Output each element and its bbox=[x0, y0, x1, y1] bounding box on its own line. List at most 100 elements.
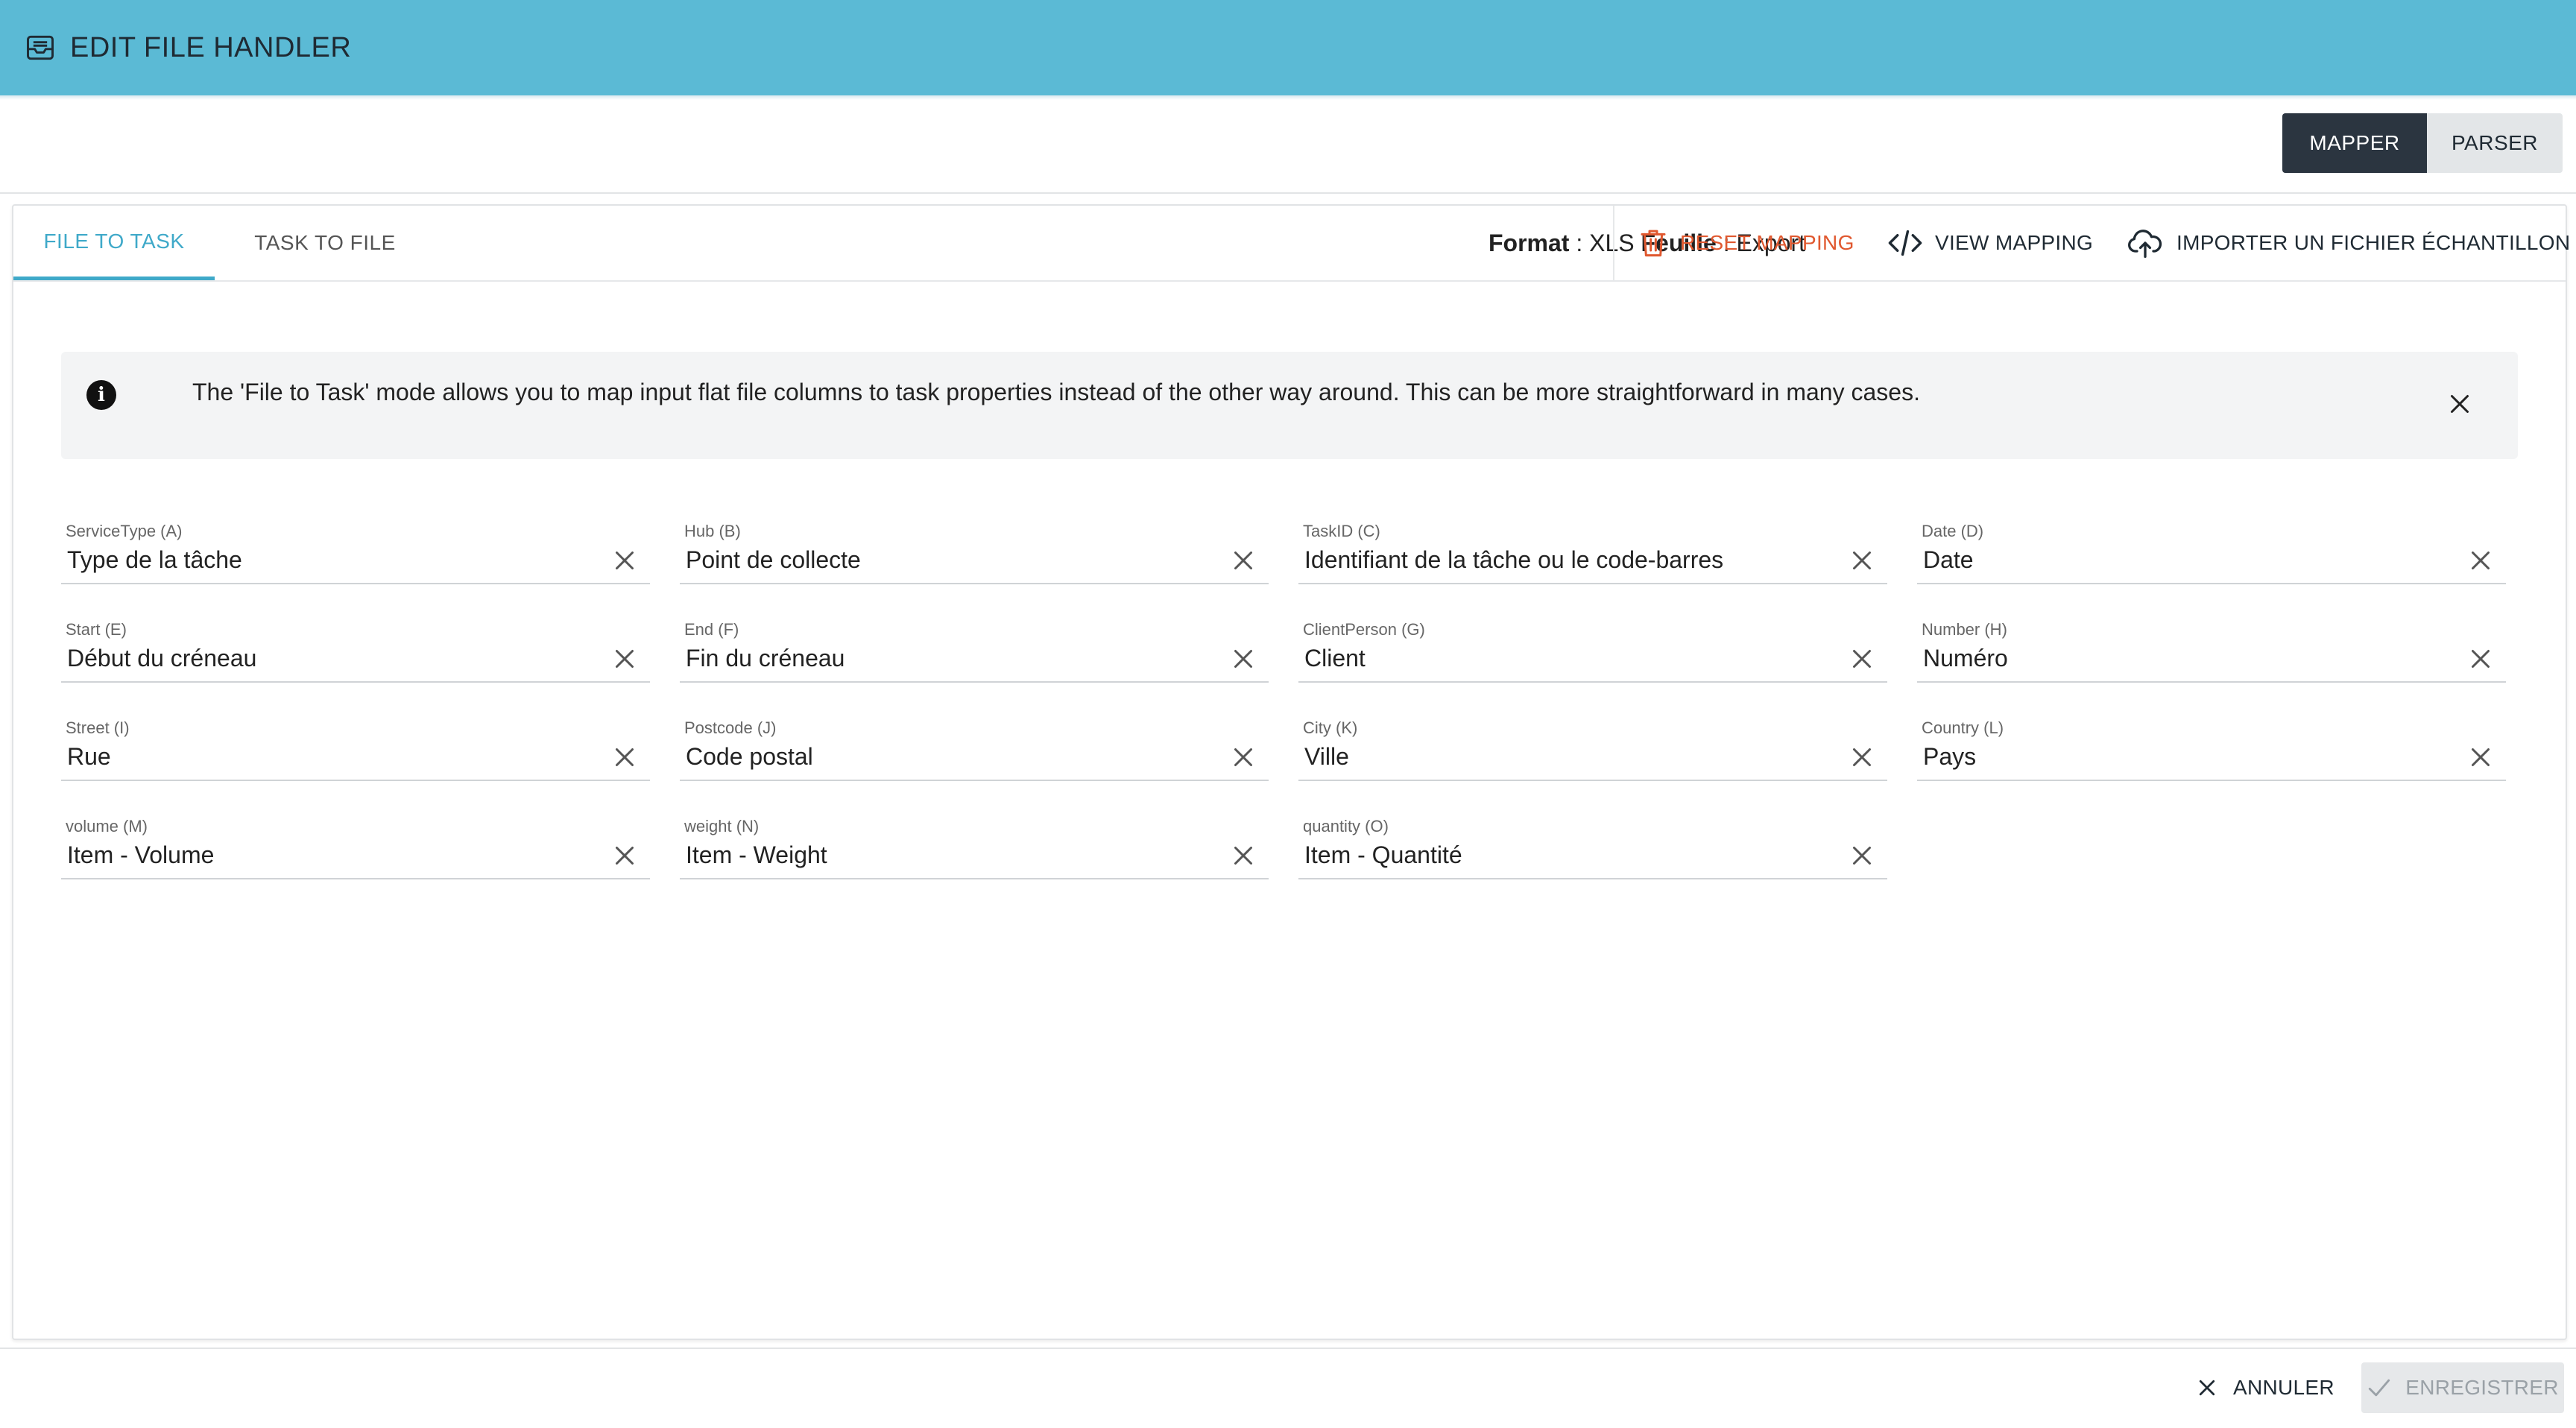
parser-mode-button[interactable]: PARSER bbox=[2427, 113, 2563, 173]
tab-task-to-file[interactable]: TASK TO FILE bbox=[230, 206, 420, 280]
dialog-title: EDIT FILE HANDLER bbox=[70, 31, 352, 63]
info-message: The 'File to Task' mode allows you to ma… bbox=[192, 379, 1920, 405]
field-label: Hub (B) bbox=[684, 522, 741, 540]
code-icon bbox=[1887, 228, 1923, 258]
field-input[interactable] bbox=[680, 836, 1230, 873]
import-sample-file-button[interactable]: IMPORTER UN FICHIER ÉCHANTILLON bbox=[2126, 206, 2570, 280]
reset-mapping-label: RESET MAPPING bbox=[1680, 231, 1854, 254]
divider bbox=[0, 1348, 2576, 1349]
clear-field-icon[interactable] bbox=[611, 744, 638, 771]
mapping-field: Street (I) bbox=[61, 718, 650, 787]
field-underline bbox=[1917, 780, 2506, 781]
cloud-upload-icon bbox=[2126, 227, 2165, 259]
field-input[interactable] bbox=[61, 836, 611, 873]
field-underline bbox=[61, 878, 650, 879]
field-input[interactable] bbox=[1298, 738, 1849, 775]
field-label: weight (N) bbox=[684, 817, 760, 835]
import-sample-file-label: IMPORTER UN FICHIER ÉCHANTILLON bbox=[2176, 231, 2571, 254]
format-label: Format bbox=[1488, 229, 1570, 256]
cancel-label: ANNULER bbox=[2233, 1376, 2334, 1399]
mapping-field: TaskID (C) bbox=[1298, 522, 1887, 590]
clear-field-icon[interactable] bbox=[2467, 645, 2494, 672]
save-button[interactable]: ENREGISTRER bbox=[2361, 1362, 2564, 1413]
info-alert: i The 'File to Task' mode allows you to … bbox=[61, 352, 2518, 459]
clear-field-icon[interactable] bbox=[1230, 744, 1257, 771]
clear-field-icon[interactable] bbox=[611, 645, 638, 672]
field-input[interactable] bbox=[61, 639, 611, 677]
clear-field-icon[interactable] bbox=[1849, 744, 1875, 771]
mode-toggle: MAPPER PARSER bbox=[2282, 113, 2563, 173]
field-underline bbox=[1917, 583, 2506, 584]
field-input[interactable] bbox=[680, 541, 1230, 578]
check-icon bbox=[2367, 1377, 2392, 1399]
field-underline bbox=[680, 878, 1269, 879]
field-underline bbox=[1298, 583, 1887, 584]
view-mapping-button[interactable]: VIEW MAPPING bbox=[1887, 206, 2093, 280]
mapping-field: Date (D) bbox=[1917, 522, 2506, 590]
format-value: XLS bbox=[1589, 229, 1635, 256]
clear-field-icon[interactable] bbox=[1849, 645, 1875, 672]
tab-file-to-task[interactable]: FILE TO TASK bbox=[13, 206, 215, 280]
info-icon: i bbox=[86, 380, 116, 410]
cancel-button[interactable]: ANNULER bbox=[2196, 1362, 2334, 1413]
field-label: volume (M) bbox=[66, 817, 148, 835]
field-input[interactable] bbox=[1917, 541, 2467, 578]
clear-field-icon[interactable] bbox=[1230, 547, 1257, 574]
field-underline bbox=[680, 780, 1269, 781]
clear-field-icon[interactable] bbox=[1849, 547, 1875, 574]
field-input[interactable] bbox=[1298, 639, 1849, 677]
mapping-field: Postcode (J) bbox=[680, 718, 1269, 787]
mapping-field: Hub (B) bbox=[680, 522, 1269, 590]
close-icon bbox=[2196, 1377, 2218, 1399]
mapping-field: City (K) bbox=[1298, 718, 1887, 787]
clear-field-icon[interactable] bbox=[1230, 645, 1257, 672]
mapping-field: End (F) bbox=[680, 620, 1269, 689]
clear-field-icon[interactable] bbox=[1230, 842, 1257, 869]
mapping-field: Start (E) bbox=[61, 620, 650, 689]
field-input[interactable] bbox=[1298, 836, 1849, 873]
clear-field-icon[interactable] bbox=[1849, 842, 1875, 869]
field-input[interactable] bbox=[680, 738, 1230, 775]
field-underline bbox=[1298, 780, 1887, 781]
field-label: End (F) bbox=[684, 620, 739, 639]
trash-icon bbox=[1638, 227, 1668, 259]
field-input[interactable] bbox=[61, 738, 611, 775]
field-underline bbox=[1298, 681, 1887, 683]
field-label: Country (L) bbox=[1922, 718, 2004, 737]
field-label: Street (I) bbox=[66, 718, 130, 737]
field-underline bbox=[61, 780, 650, 781]
inbox-icon bbox=[24, 31, 57, 64]
field-input[interactable] bbox=[1298, 541, 1849, 578]
field-label: Start (E) bbox=[66, 620, 127, 639]
clear-field-icon[interactable] bbox=[611, 547, 638, 574]
field-underline bbox=[680, 681, 1269, 683]
field-underline bbox=[61, 583, 650, 584]
mapping-field: weight (N) bbox=[680, 817, 1269, 885]
field-input[interactable] bbox=[1917, 738, 2467, 775]
field-underline bbox=[1298, 878, 1887, 879]
mapping-field: Country (L) bbox=[1917, 718, 2506, 787]
clear-field-icon[interactable] bbox=[2467, 547, 2494, 574]
field-input[interactable] bbox=[61, 541, 611, 578]
field-label: ServiceType (A) bbox=[66, 522, 183, 540]
mapper-mode-button[interactable]: MAPPER bbox=[2282, 113, 2427, 173]
reset-mapping-button[interactable]: RESET MAPPING bbox=[1638, 206, 1854, 280]
mapping-field: ClientPerson (G) bbox=[1298, 620, 1887, 689]
field-label: Postcode (J) bbox=[684, 718, 777, 737]
field-label: ClientPerson (G) bbox=[1303, 620, 1425, 639]
field-underline bbox=[680, 583, 1269, 584]
field-input[interactable] bbox=[1917, 639, 2467, 677]
clear-field-icon[interactable] bbox=[611, 842, 638, 869]
clear-field-icon[interactable] bbox=[2467, 744, 2494, 771]
mapping-panel: FILE TO TASK TASK TO FILE Format : XLS F… bbox=[12, 204, 2570, 1340]
mapping-field: quantity (O) bbox=[1298, 817, 1887, 885]
field-input[interactable] bbox=[680, 639, 1230, 677]
divider bbox=[0, 192, 2576, 194]
field-label: City (K) bbox=[1303, 718, 1358, 737]
field-underline bbox=[1917, 681, 2506, 683]
format-sep: : bbox=[1569, 229, 1590, 256]
save-label: ENREGISTRER bbox=[2405, 1376, 2559, 1399]
close-alert-icon[interactable] bbox=[2446, 391, 2473, 417]
tab-bar: FILE TO TASK TASK TO FILE Format : XLS F… bbox=[13, 206, 2570, 282]
mapping-field: volume (M) bbox=[61, 817, 650, 885]
